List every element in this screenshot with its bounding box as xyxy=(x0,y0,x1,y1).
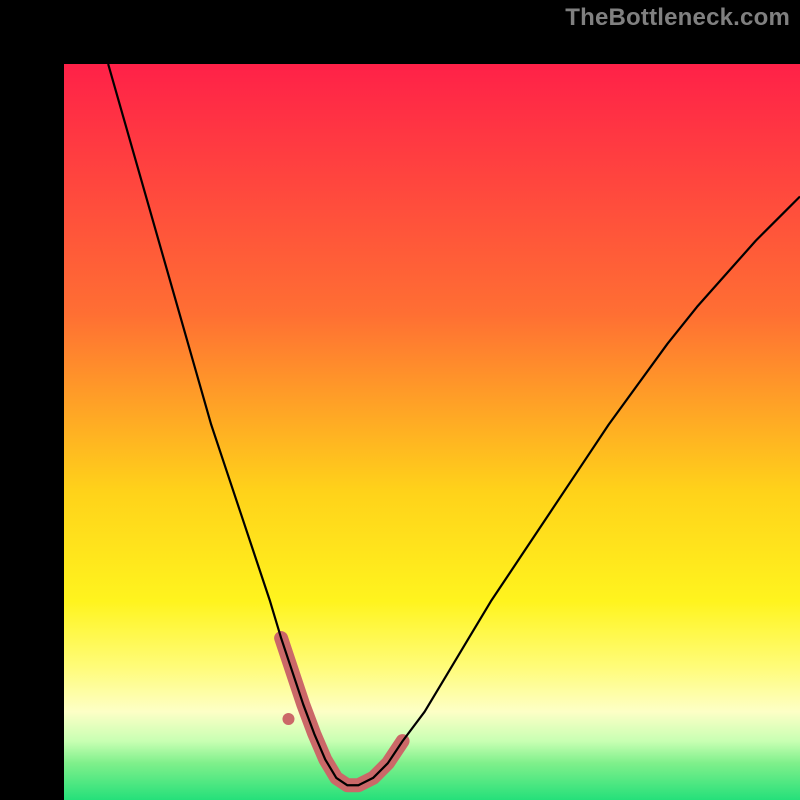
chart-frame xyxy=(0,0,800,800)
marker-trough-dot xyxy=(282,713,294,725)
watermark-text: TheBottleneck.com xyxy=(565,4,790,32)
chart-plot-area xyxy=(64,64,800,800)
chart-background xyxy=(64,64,800,800)
chart-svg xyxy=(64,64,800,800)
